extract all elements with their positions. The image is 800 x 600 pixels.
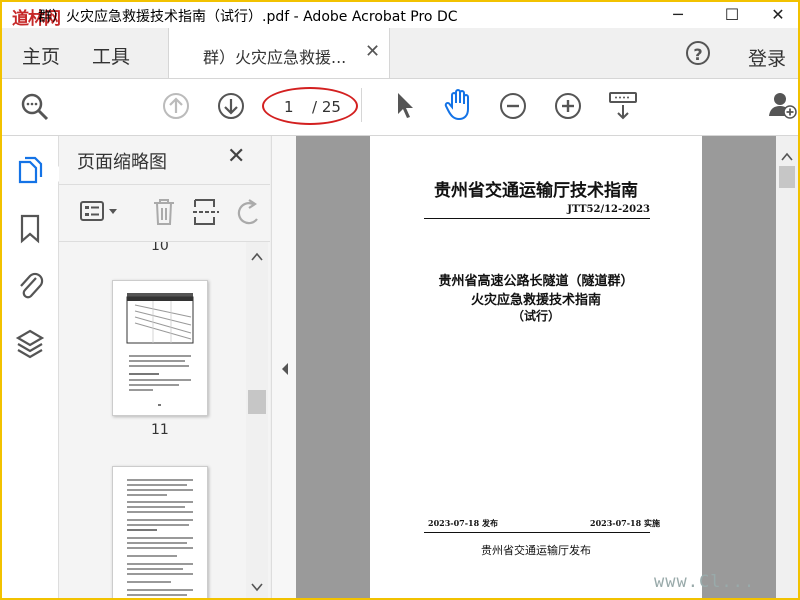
window-title: 群）火灾应急救援技术指南（试行）.pdf - Adobe Acrobat Pro…: [38, 9, 458, 25]
thumbnail-page-12[interactable]: [112, 466, 208, 598]
hand-tool-icon[interactable]: [443, 88, 475, 122]
doc-rule-top: [424, 218, 650, 219]
minimize-button[interactable]: ─: [658, 2, 698, 28]
doc-title-line3: （试行）: [511, 309, 560, 323]
panel-title: 页面缩略图: [77, 152, 167, 173]
doc-publish-date: 2023-07-18 发布: [428, 518, 498, 528]
doc-title-line2: 火灾应急救援技术指南: [470, 293, 601, 308]
scrollbar-thumb[interactable]: [248, 390, 266, 414]
panel-toolbar: [59, 184, 270, 242]
select-arrow-icon[interactable]: [393, 90, 417, 120]
attachment-icon[interactable]: [16, 270, 44, 302]
doc-scroll-up-icon[interactable]: [781, 152, 793, 162]
keyboard-scroll-icon[interactable]: [608, 90, 638, 122]
rotate-page-icon[interactable]: [233, 197, 263, 227]
login-button[interactable]: 登录: [748, 44, 786, 71]
thumbnail-page-11[interactable]: [112, 280, 208, 416]
thumb-label-prev: 10: [151, 242, 169, 254]
scroll-up-icon[interactable]: [251, 252, 263, 262]
thumbnail-list: 10 11: [59, 242, 245, 598]
panel-close-button[interactable]: ✕: [227, 144, 245, 169]
document-scrollbar[interactable]: [776, 136, 798, 598]
thumb-label-11: 11: [151, 422, 169, 438]
thumbnail-scrollbar[interactable]: [246, 242, 268, 598]
page-down-icon[interactable]: [217, 92, 245, 120]
document-view[interactable]: 贵州省交通运输厅技术指南 JTT52/12-2023 贵州省高速公路长隧道（隧道…: [296, 136, 776, 598]
tab-close-button[interactable]: ✕: [365, 41, 380, 62]
doc-rule-bottom: [424, 532, 650, 533]
pdf-page: 贵州省交通运输厅技术指南 JTT52/12-2023 贵州省高速公路长隧道（隧道…: [370, 136, 702, 598]
left-rail: [2, 136, 66, 598]
thumbnail-panel: 页面缩略图 ✕ 10 11: [59, 136, 270, 598]
doc-issuer: 贵州省交通运输厅发布: [481, 544, 591, 557]
scroll-down-icon[interactable]: [251, 582, 263, 592]
zoom-out-icon[interactable]: [499, 92, 527, 120]
page-navigator[interactable]: 1 / 25: [262, 87, 358, 125]
doc-title-line1: 贵州省高速公路长隧道（隧道群）: [438, 274, 634, 289]
page-up-icon[interactable]: [162, 92, 190, 120]
zoom-in-icon[interactable]: [554, 92, 582, 120]
delete-page-icon[interactable]: [151, 197, 177, 227]
layers-icon[interactable]: [15, 328, 45, 360]
doc-scrollbar-thumb[interactable]: [779, 166, 795, 188]
extract-page-icon[interactable]: [192, 197, 220, 227]
add-user-icon[interactable]: [768, 90, 798, 120]
annotation-circle: [262, 87, 358, 125]
title-bar: 道林网 群）火灾应急救援技术指南（试行）.pdf - Adobe Acrobat…: [2, 2, 798, 29]
close-window-button[interactable]: ✕: [758, 2, 798, 28]
menu-bar: 主页 工具: [2, 28, 798, 79]
bookmark-icon[interactable]: [19, 214, 41, 244]
document-tab[interactable]: 群）火灾应急救援... ✕: [168, 28, 390, 78]
thumbnail-content: [126, 293, 194, 406]
doc-code: JTT52/12-2023: [567, 204, 650, 215]
menu-tools[interactable]: 工具: [92, 42, 130, 69]
search-icon[interactable]: [20, 92, 50, 122]
page-thumbnails-icon[interactable]: [16, 156, 44, 186]
panel-splitter[interactable]: [271, 136, 296, 598]
toolbar-divider: [361, 88, 362, 122]
help-icon[interactable]: ?: [686, 41, 710, 65]
tab-label: 群）火灾应急救援...: [203, 48, 347, 67]
menu-home[interactable]: 主页: [22, 42, 60, 69]
doc-effective-date: 2023-07-18 实施: [590, 518, 660, 528]
doc-header-org: 贵州省交通运输厅技术指南: [434, 181, 638, 201]
thumbnail-content: [127, 479, 193, 596]
collapse-panel-icon[interactable]: [280, 362, 290, 376]
maximize-button[interactable]: ☐: [712, 2, 752, 28]
thumbnail-options-icon[interactable]: [79, 199, 123, 225]
watermark-url: www.Cl...: [654, 572, 756, 592]
